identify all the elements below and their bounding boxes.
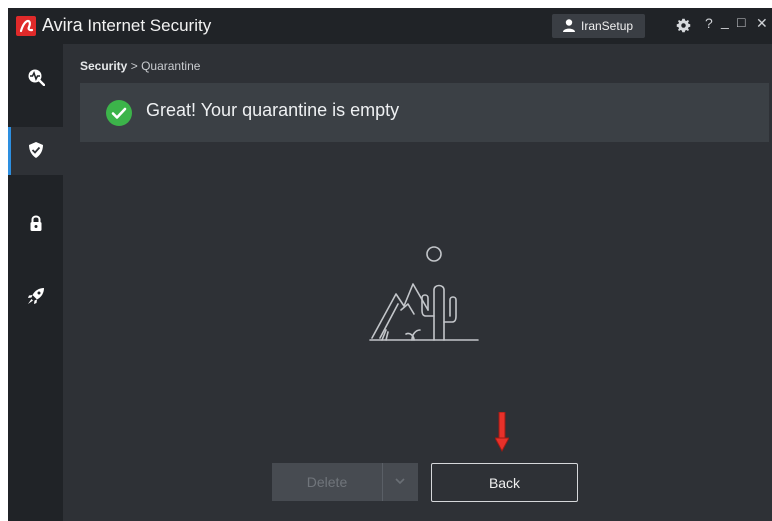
help-icon[interactable]: ? (705, 15, 713, 31)
app-brand: Avira (42, 15, 83, 35)
sidebar (8, 44, 63, 521)
active-indicator (8, 127, 11, 175)
delete-button[interactable]: Delete (272, 463, 418, 501)
desert-empty-illustration (369, 246, 479, 341)
back-label: Back (488, 475, 521, 491)
scan-icon (28, 69, 45, 86)
breadcrumb-separator: > (130, 59, 138, 73)
chevron-down-icon[interactable] (394, 473, 406, 489)
status-message: Great! Your quarantine is empty (146, 100, 400, 120)
delete-label: Delete (306, 474, 348, 490)
close-icon[interactable]: ✕ (756, 15, 768, 32)
title-bar: Avira Internet Security IranSetup ? _ □ … (8, 8, 772, 44)
sidebar-item-privacy[interactable] (8, 200, 63, 248)
app-title: Avira Internet Security (42, 15, 211, 36)
sidebar-item-scan[interactable] (8, 54, 63, 102)
app-product: Internet Security (87, 16, 212, 35)
user-account-button[interactable]: IranSetup (552, 14, 645, 38)
sidebar-item-performance[interactable] (8, 273, 63, 321)
breadcrumb-security[interactable]: Security (80, 59, 127, 73)
status-banner: Great! Your quarantine is empty (80, 83, 769, 142)
minimize-icon[interactable]: _ (721, 13, 729, 29)
shield-icon (29, 142, 43, 158)
check-circle-icon (106, 100, 132, 126)
breadcrumb: Security > Quarantine (80, 59, 200, 73)
maximize-icon[interactable]: □ (737, 14, 745, 30)
avira-logo-icon (16, 16, 36, 36)
lock-icon (30, 215, 42, 231)
rocket-icon (28, 288, 44, 304)
split-divider (382, 463, 383, 501)
gear-icon[interactable] (676, 18, 691, 33)
user-name: IranSetup (581, 19, 634, 33)
breadcrumb-quarantine: Quarantine (141, 59, 201, 73)
back-button[interactable]: Back (431, 463, 578, 502)
user-icon (563, 19, 575, 32)
sidebar-item-security[interactable] (8, 127, 63, 175)
red-down-arrow-icon (495, 412, 509, 452)
avira-window: Avira Internet Security IranSetup ? _ □ … (8, 8, 772, 521)
